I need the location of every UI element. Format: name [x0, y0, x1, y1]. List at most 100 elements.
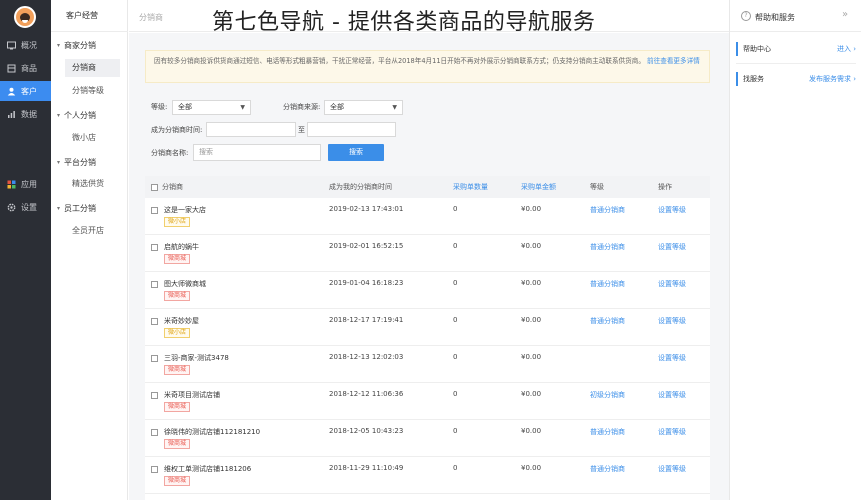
header-join-time: 成为我的分销商时间 [329, 183, 392, 191]
grade-link[interactable]: 初级分销商 [590, 390, 625, 400]
store-type-badge: 微小店 [164, 217, 191, 227]
table-row: 启航的蜗牛 微商城 2019-02-01 16:52:15 0 ¥0.00 普通分销商 设置… [145, 235, 710, 272]
subnav-group-personal[interactable]: ▾ 个人分销 [57, 110, 96, 121]
store-type-badge: 微小店 [164, 328, 191, 338]
set-grade-link[interactable]: 设置等级 [658, 316, 686, 326]
grade-link[interactable]: 普通分销商 [590, 242, 625, 252]
table-row: 米奇项目测试店铺 微商城 2018-12-12 11:06:36 0 ¥0.00 初级分销… [145, 383, 710, 420]
row-checkbox[interactable] [151, 466, 158, 473]
row-checkbox[interactable] [151, 429, 158, 436]
row-checkbox[interactable] [151, 244, 158, 251]
search-input[interactable]: 搜索 [193, 144, 321, 161]
sidebar-item-goods[interactable]: 商品 [0, 58, 51, 78]
order-count: 0 [453, 427, 458, 435]
chart-icon [7, 110, 16, 119]
help-section-name: 找服务 [743, 75, 764, 83]
select-all-checkbox[interactable] [151, 183, 158, 191]
subnav-item-micro-shop[interactable]: 微小店 [65, 129, 120, 147]
subnav-group-label: 商家分销 [64, 41, 97, 50]
grade-select[interactable]: 全部 ▼ [172, 100, 251, 115]
name-label: 分销商名称: [151, 149, 189, 157]
avatar[interactable] [14, 6, 36, 28]
sidebar-item-apps[interactable]: 应用 [0, 174, 51, 194]
store-name: 这是一家大店 [164, 206, 206, 214]
grade-link[interactable]: 普通分销商 [590, 427, 625, 437]
collapse-icon[interactable]: » [842, 9, 848, 20]
search-button[interactable]: 搜索 [328, 144, 384, 161]
source-select[interactable]: 全部 ▼ [324, 100, 403, 115]
order-count: 0 [453, 242, 458, 250]
source-label: 分销商来源: [283, 103, 321, 111]
set-grade-link[interactable]: 设置等级 [658, 427, 686, 437]
grade-link[interactable]: 普通分销商 [590, 316, 625, 326]
order-amount: ¥0.00 [521, 464, 542, 472]
order-amount: ¥0.00 [521, 390, 542, 398]
row-checkbox[interactable] [151, 318, 158, 325]
store-type-badge: 微商城 [164, 365, 191, 375]
store-name: 启航的蜗牛 [164, 243, 199, 251]
notice-link-prefix[interactable]: 前往 [647, 57, 660, 65]
source-select-value: 全部 [330, 103, 344, 111]
distributor-table: 分销商 成为我的分销商时间 采购单数量 采购单金额 等级 操作 这是一家大店 微小… [145, 176, 710, 500]
notice-link[interactable]: 查看更多详情 [660, 57, 700, 65]
row-checkbox[interactable] [151, 281, 158, 288]
chevron-down-icon: ▼ [240, 104, 245, 111]
store-name: 图大师微商城 [164, 280, 206, 288]
header-order-count[interactable]: 采购单数量 [453, 176, 488, 198]
page-title: 第七色导航 - 提供各类商品的导航服务 [212, 10, 596, 35]
store-name: 米奇项目测试店铺 [164, 391, 220, 399]
divider [736, 63, 856, 64]
set-grade-link[interactable]: 设置等级 [658, 353, 686, 363]
header-order-amount[interactable]: 采购单金额 [521, 176, 556, 198]
sidebar-item-data[interactable]: 数据 [0, 104, 51, 124]
set-grade-link[interactable]: 设置等级 [658, 242, 686, 252]
subnav-item-grade[interactable]: 分销等级 [65, 82, 120, 100]
row-checkbox[interactable] [151, 355, 158, 362]
subnav-group-merchant[interactable]: ▾ 商家分销 [57, 40, 96, 51]
help-icon: ? [741, 11, 751, 21]
sidebar-item-label: 客户 [21, 86, 37, 96]
set-grade-link[interactable]: 设置等级 [658, 390, 686, 400]
subnav-group-platform[interactable]: ▾ 平台分销 [57, 157, 96, 168]
help-title: 帮助和服务 [755, 13, 795, 22]
table-row: 维权工单测试店铺1181206 微商城 2018-11-29 11:10:49 0 ¥0… [145, 457, 710, 494]
sidebar-item-settings[interactable]: 设置 [0, 197, 51, 217]
order-amount: ¥0.00 [521, 427, 542, 435]
grade-link[interactable]: 普通分销商 [590, 205, 625, 215]
join-time: 2018-12-13 12:02:03 [329, 353, 404, 361]
post-service-link[interactable]: 发布服务需求 › [809, 74, 856, 84]
subnav-item-distributor[interactable]: 分销商 [65, 59, 120, 77]
join-time: 2018-12-12 11:06:36 [329, 390, 404, 398]
help-section-name: 帮助中心 [743, 45, 771, 53]
order-amount: ¥0.00 [521, 316, 542, 324]
store-name: 三羽-商家-测试3478 [164, 354, 229, 362]
secondary-sidebar: 客户经营 ▾ 商家分销 分销商 分销等级 ▾ 个人分销 微小店 ▾ 平台分销 精… [51, 0, 128, 500]
chevron-down-icon: ▾ [57, 42, 61, 49]
start-date-input[interactable] [206, 122, 296, 137]
sidebar-item-label: 应用 [21, 179, 37, 189]
sidebar-item-label: 概况 [21, 40, 37, 50]
subnav-group-staff[interactable]: ▾ 员工分销 [57, 203, 96, 214]
row-checkbox[interactable] [151, 207, 158, 214]
set-grade-link[interactable]: 设置等级 [658, 205, 686, 215]
subnav-item-all-staff-shop[interactable]: 全员开店 [65, 222, 120, 240]
order-amount: ¥0.00 [521, 242, 542, 250]
set-grade-link[interactable]: 设置等级 [658, 279, 686, 289]
search-placeholder: 搜索 [199, 148, 213, 156]
grade-link[interactable]: 普通分销商 [590, 464, 625, 474]
store-type-badge: 微商城 [164, 291, 191, 301]
set-grade-link[interactable]: 设置等级 [658, 464, 686, 474]
join-time: 2018-12-05 10:43:23 [329, 427, 404, 435]
table-row: 三羽-商家-测试3478 微商城 2018-12-13 12:02:03 0 ¥0.00… [145, 346, 710, 383]
apps-icon [7, 180, 16, 189]
order-count: 0 [453, 316, 458, 324]
end-date-input[interactable] [307, 122, 396, 137]
row-checkbox[interactable] [151, 392, 158, 399]
sidebar-item-overview[interactable]: 概况 [0, 35, 51, 55]
table-row: 这是一家大店 微小店 2019-02-13 17:43:01 0 ¥0.00 普通分销商 设… [145, 198, 710, 235]
help-center-link[interactable]: 进入 › [837, 44, 856, 54]
grade-link[interactable]: 普通分销商 [590, 279, 625, 289]
sidebar-item-customers[interactable]: 客户 [0, 81, 51, 101]
subnav-item-selected-supply[interactable]: 精选供货 [65, 175, 120, 193]
dashboard-icon [7, 41, 16, 50]
